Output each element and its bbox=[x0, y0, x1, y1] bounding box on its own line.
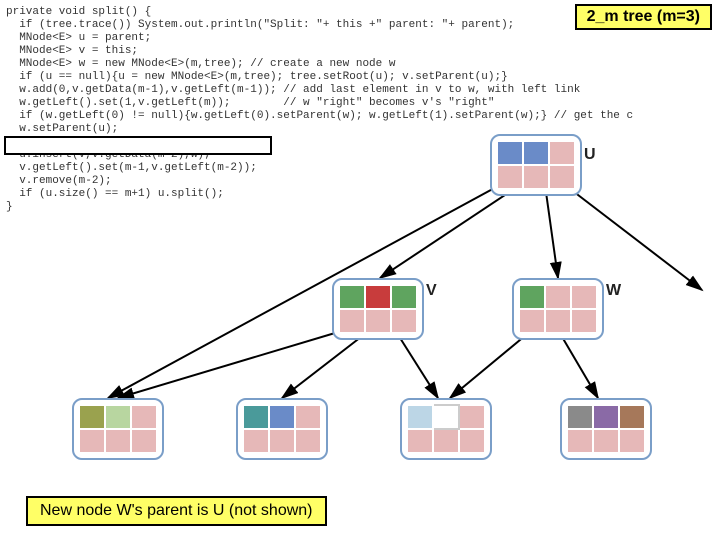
node-v-label: V bbox=[426, 282, 437, 300]
leaf-4 bbox=[560, 398, 652, 460]
leaf-2 bbox=[236, 398, 328, 460]
node-u-label: U bbox=[584, 146, 596, 164]
node-w-label: W bbox=[606, 282, 621, 300]
node-v bbox=[332, 278, 424, 340]
code-highlight bbox=[4, 136, 272, 155]
caption-box: New node W's parent is U (not shown) bbox=[26, 496, 327, 526]
node-u bbox=[490, 134, 582, 196]
node-w bbox=[512, 278, 604, 340]
leaf-3 bbox=[400, 398, 492, 460]
leaf-1 bbox=[72, 398, 164, 460]
title-box: 2_m tree (m=3) bbox=[575, 4, 712, 30]
